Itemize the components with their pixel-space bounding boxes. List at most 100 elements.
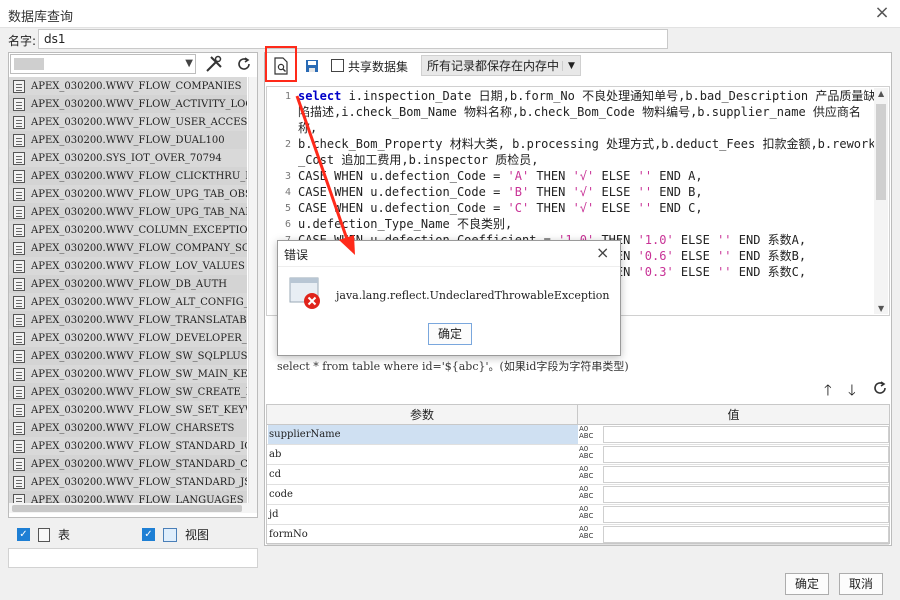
view-checkbox-label: 视图 [185, 528, 210, 542]
sql-token: THEN [529, 201, 573, 215]
table-list-vscrollbar[interactable] [248, 77, 257, 503]
sql-token: '√' [572, 185, 595, 199]
param-value-input[interactable] [603, 466, 889, 483]
table-list-item[interactable]: APEX_030200.WWV_FLOW_LOV_VALUES [9, 257, 247, 275]
table-name: APEX_030200.WWV_FLOW_SW_CREATE_KEYWORDS [31, 386, 247, 398]
table-list-item[interactable]: APEX_030200.WWV_FLOW_DEVELOPER_ROLES [9, 329, 247, 347]
save-icon[interactable] [300, 55, 324, 77]
connection-settings-icon[interactable] [202, 53, 226, 75]
param-name[interactable]: ab [268, 445, 578, 464]
share-checkbox[interactable] [331, 59, 344, 72]
param-row[interactable]: code A0 ABC [267, 485, 889, 505]
sql-line[interactable]: CASE WHEN u.defection_Code = 'B' THEN '√… [298, 184, 876, 200]
param-name[interactable]: cd [268, 465, 578, 484]
type-badge-bottom: ABC [579, 472, 594, 480]
value-column-header: 值 [578, 405, 889, 425]
type-selector-icon[interactable]: A0 ABC [579, 426, 601, 443]
table-list-item[interactable]: APEX_030200.WWV_FLOW_SW_SET_KEYWORDS [9, 401, 247, 419]
sql-line[interactable]: b.check_Bom_Property 材料大类, b.processing … [298, 136, 876, 168]
table-name: APEX_030200.WWV_FLOW_SW_SQLPLUS_CMD [31, 350, 247, 362]
table-list-item[interactable]: APEX_030200.SYS_IOT_OVER_70794 [9, 149, 247, 167]
table-checkbox[interactable]: ✓ [17, 528, 30, 541]
param-name[interactable]: formNo [268, 525, 578, 544]
table-list-item[interactable]: APEX_030200.WWV_FLOW_CHARSETS [9, 419, 247, 437]
table-icon [13, 79, 25, 93]
memory-mode-select[interactable]: 所有记录都保存在内存中 ▼ [421, 55, 581, 76]
sql-token: END B, [652, 185, 703, 199]
table-list-hscroll-thumb[interactable] [12, 505, 242, 512]
table-list-item[interactable]: APEX_030200.WWV_FLOW_COMPANIES [9, 77, 247, 95]
param-name[interactable]: code [268, 485, 578, 504]
table-list-item[interactable]: APEX_030200.WWV_FLOW_TRANSLATABLE_COLS [9, 311, 247, 329]
table-list-item[interactable]: APEX_030200.WWV_FLOW_DB_AUTH [9, 275, 247, 293]
table-list-item[interactable]: APEX_030200.WWV_FLOW_DUAL100 [9, 131, 247, 149]
param-row[interactable]: jd A0 ABC [267, 505, 889, 525]
table-name: APEX_030200.WWV_FLOW_CHARSETS [31, 422, 235, 434]
table-icon [13, 421, 25, 435]
ok-button[interactable]: 确定 [785, 573, 829, 595]
param-value-input[interactable] [603, 426, 889, 443]
refresh-params-icon[interactable] [872, 380, 888, 399]
table-list-item[interactable]: APEX_030200.WWV_FLOW_STANDARD_CSS [9, 455, 247, 473]
table-list-item[interactable]: APEX_030200.WWV_FLOW_SW_MAIN_KEYWORDS [9, 365, 247, 383]
table-list[interactable]: APEX_030200.WWV_FLOW_COMPANIES APEX_03020… [9, 77, 247, 503]
sql-line[interactable]: CASE WHEN u.defection_Code = 'A' THEN '√… [298, 168, 876, 184]
param-name[interactable]: supplierName [268, 425, 578, 444]
param-row[interactable]: ab A0 ABC [267, 445, 889, 465]
error-ok-button[interactable]: 确定 [428, 323, 472, 345]
param-row[interactable]: cd A0 ABC [267, 465, 889, 485]
table-list-item[interactable]: APEX_030200.WWV_FLOW_ACTIVITY_LOG_NUMBER [9, 95, 247, 113]
table-list-item[interactable]: APEX_030200.WWV_FLOW_STANDARD_JS [9, 473, 247, 491]
table-list-item[interactable]: APEX_030200.WWV_FLOW_LANGUAGES [9, 491, 247, 503]
sql-token: THEN [529, 185, 573, 199]
table-list-item[interactable]: APEX_030200.WWV_COLUMN_EXCEPTIONS [9, 221, 247, 239]
name-label: 名字: [8, 34, 37, 48]
type-selector-icon[interactable]: A0 ABC [579, 466, 601, 483]
view-checkbox[interactable]: ✓ [142, 528, 155, 541]
table-icon [13, 187, 25, 201]
table-list-item[interactable]: APEX_030200.WWV_FLOW_UPG_TAB_OBSOLETE [9, 185, 247, 203]
line-number: 3 [284, 171, 291, 182]
table-list-item[interactable]: APEX_030200.WWV_FLOW_STANDARD_ICONS [9, 437, 247, 455]
type-selector-icon[interactable]: A0 ABC [579, 526, 601, 543]
editor-scroll-thumb[interactable] [876, 104, 886, 200]
table-list-item[interactable]: APEX_030200.WWV_FLOW_USER_ACCESS_LOG [9, 113, 247, 131]
sql-token: '' [717, 265, 732, 279]
filter-table[interactable]: ✓ 表 [17, 526, 70, 543]
close-icon[interactable]: × [596, 243, 609, 262]
table-search-input[interactable] [8, 548, 258, 568]
table-list-item[interactable]: APEX_030200.WWV_FLOW_ALT_CONFIG_PICK [9, 293, 247, 311]
type-selector-icon[interactable]: A0 ABC [579, 446, 601, 463]
cancel-button[interactable]: 取消 [839, 573, 883, 595]
move-up-icon[interactable]: 🡑 [824, 380, 832, 405]
table-name: APEX_030200.WWV_FLOW_TRANSLATABLE_COLS [31, 314, 247, 326]
move-down-icon[interactable]: 🡓 [848, 380, 856, 405]
sql-line[interactable]: select i.inspection_Date 日期,b.form_No 不良… [298, 88, 876, 136]
refresh-icon[interactable] [232, 53, 256, 75]
param-row[interactable]: formNo A0 ABC [267, 525, 889, 545]
filter-view[interactable]: ✓ 视图 [142, 526, 209, 543]
table-list-item[interactable]: APEX_030200.WWV_FLOW_SW_SQLPLUS_CMD [9, 347, 247, 365]
param-row[interactable]: supplierName A0 ABC [267, 425, 889, 445]
name-input[interactable]: ds1 [38, 29, 668, 49]
type-selector-icon[interactable]: A0 ABC [579, 486, 601, 503]
error-dialog-title: 错误 [284, 248, 309, 262]
close-icon[interactable]: × [872, 2, 892, 24]
table-list-item[interactable]: APEX_030200.WWV_FLOW_COMPANY_SCHEMAS [9, 239, 247, 257]
param-value-input[interactable] [603, 526, 889, 543]
datasource-select[interactable]: ▼ [10, 54, 196, 74]
scroll-up-icon[interactable]: ▲ [878, 89, 884, 98]
error-message: java.lang.reflect.UndeclaredThrowableExc… [336, 289, 610, 302]
param-value-input[interactable] [603, 506, 889, 523]
param-name[interactable]: jd [268, 505, 578, 524]
param-value-input[interactable] [603, 486, 889, 503]
param-value-input[interactable] [603, 446, 889, 463]
table-list-item[interactable]: APEX_030200.WWV_FLOW_CLICKTHRU_LOG_NUMBE… [9, 167, 247, 185]
table-list-item[interactable]: APEX_030200.WWV_FLOW_SW_CREATE_KEYWORDS [9, 383, 247, 401]
sql-line[interactable]: CASE WHEN u.defection_Code = 'C' THEN '√… [298, 200, 876, 216]
type-selector-icon[interactable]: A0 ABC [579, 506, 601, 523]
sql-line[interactable]: u.defection_Type_Name 不良类别, [298, 216, 876, 232]
table-name: APEX_030200.WWV_FLOW_DEVELOPER_ROLES [31, 332, 247, 344]
table-list-item[interactable]: APEX_030200.WWV_FLOW_UPG_TAB_NAME_CHANGE [9, 203, 247, 221]
scroll-down-icon[interactable]: ▼ [878, 304, 884, 313]
